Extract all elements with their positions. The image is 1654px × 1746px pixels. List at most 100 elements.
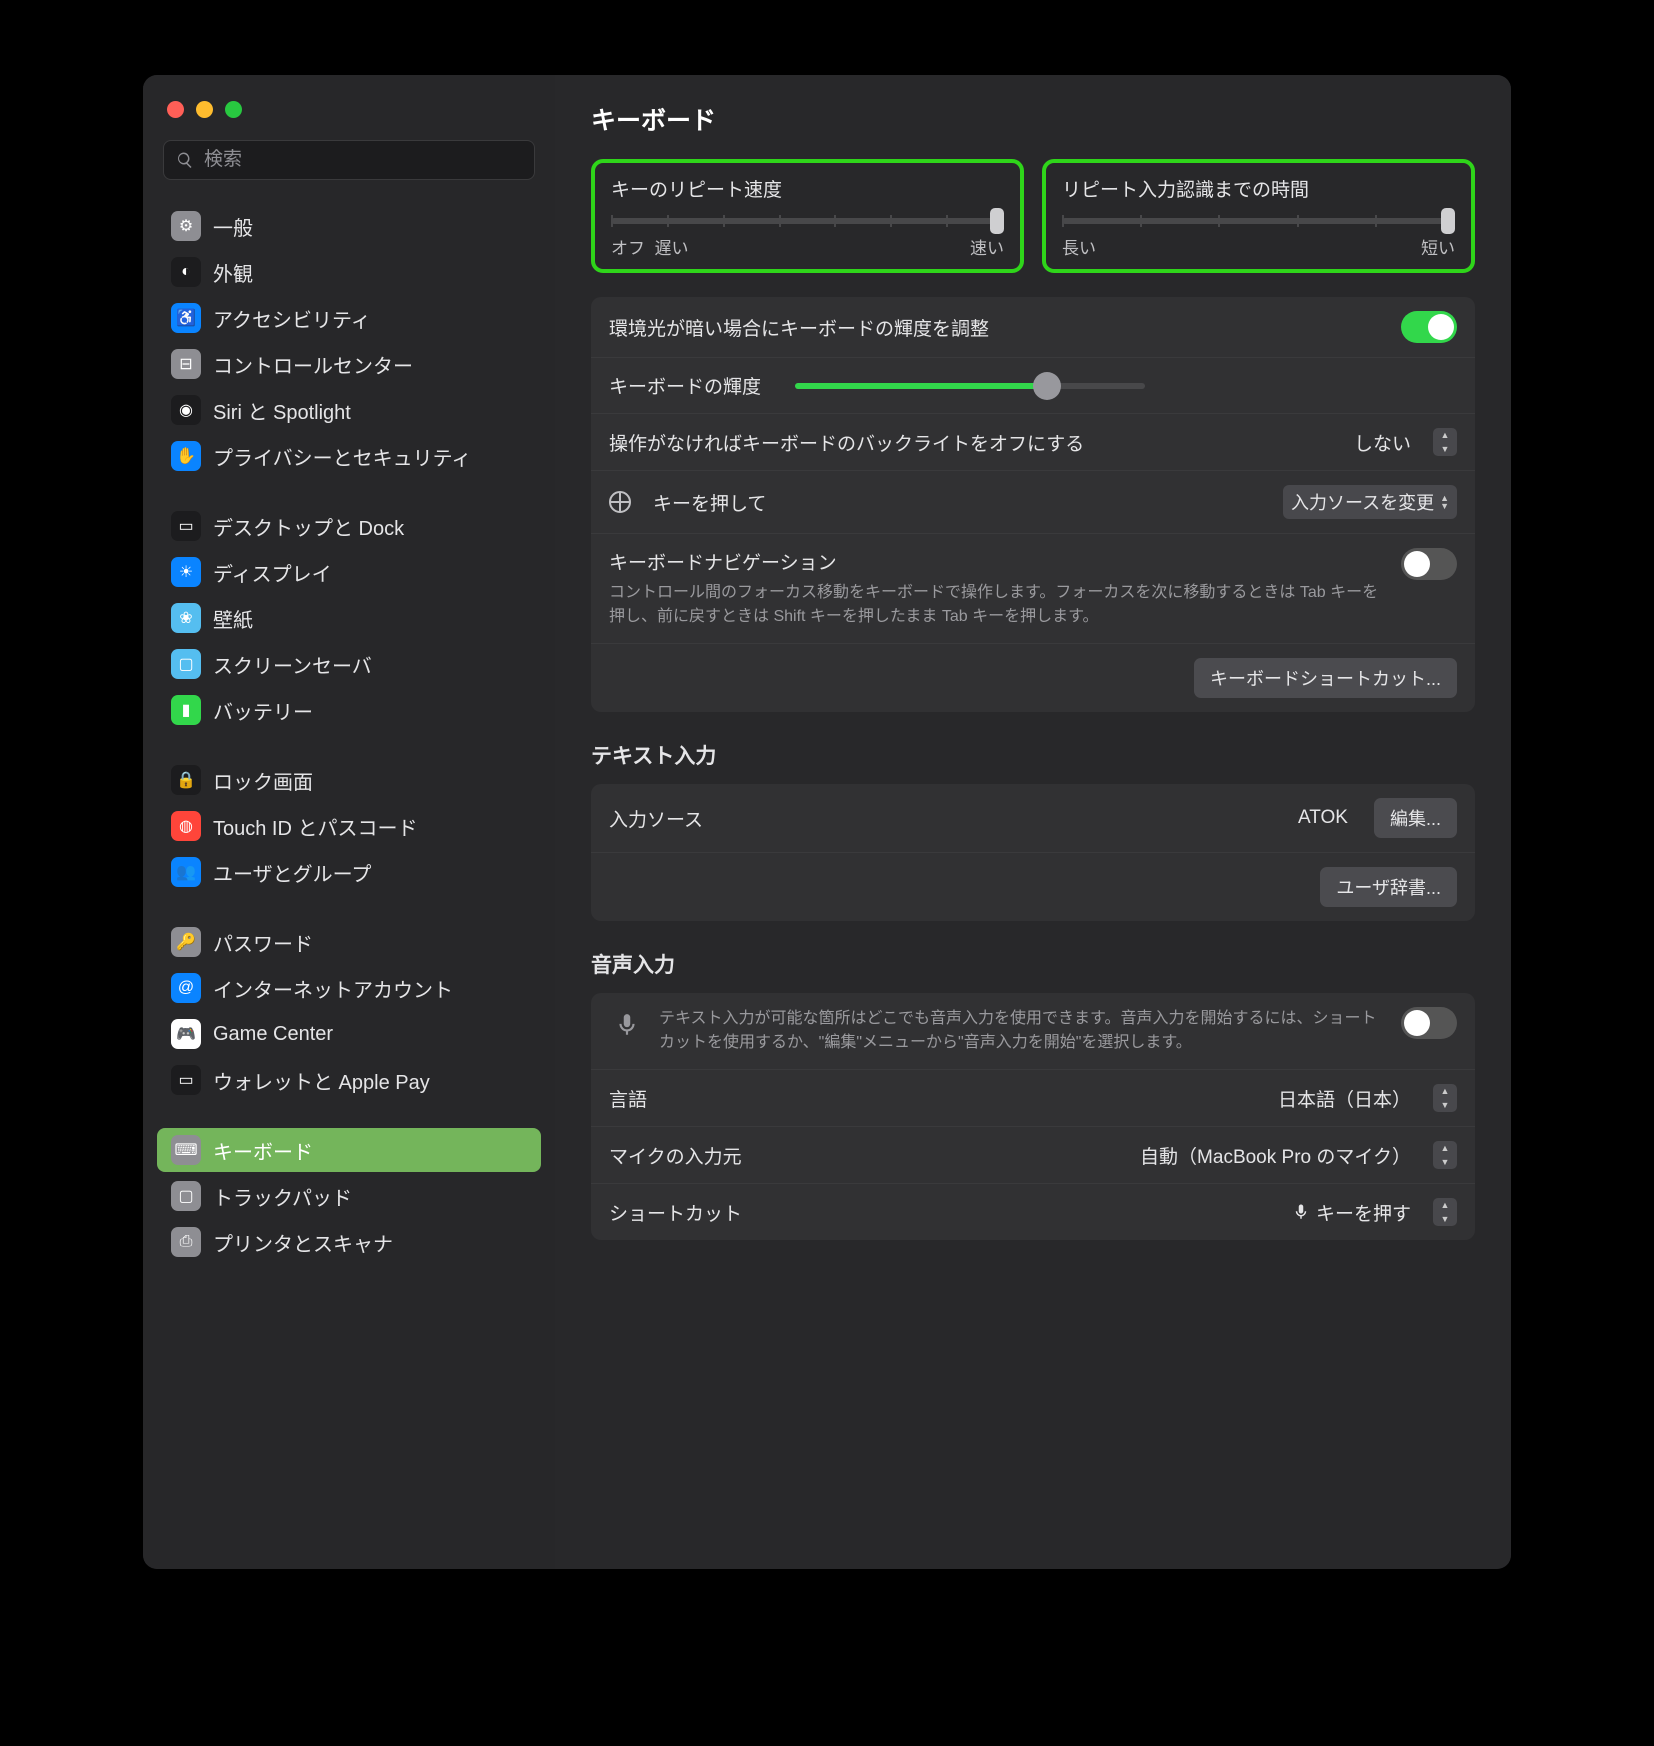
ambient-light-row: 環境光が暗い場合にキーボードの輝度を調整 — [591, 297, 1475, 358]
keyboard-shortcuts-button[interactable]: キーボードショートカット... — [1194, 658, 1457, 698]
sidebar-item[interactable]: 👥 ユーザとグループ — [157, 850, 541, 894]
sidebar-label: Siri と Spotlight — [213, 396, 351, 425]
sidebar-item[interactable]: ⊟ コントロールセンター — [157, 342, 541, 386]
sidebar-label: キーボード — [213, 1136, 313, 1165]
sidebar-item[interactable]: ⎙ プリンタとスキャナ — [157, 1220, 541, 1264]
sidebar-icon: ⎙ — [171, 1227, 201, 1257]
shortcuts-row: キーボードショートカット... — [591, 644, 1475, 712]
sidebar-item[interactable]: ▮ バッテリー — [157, 688, 541, 732]
sidebar-icon: ☀ — [171, 557, 201, 587]
sidebar-icon: ⊟ — [171, 349, 201, 379]
sidebar-nav: ⚙一般 ◐ 外観 ♿アクセシビリティ ⊟ コントロールセンター ◉ Siri と Spotli… — [157, 204, 541, 1547]
sidebar-icon: ❀ — [171, 603, 201, 633]
globe-icon — [609, 491, 631, 513]
mic-popup[interactable]: ▲▼ — [1433, 1141, 1457, 1169]
sidebar-item[interactable]: ◍ Touch ID とパスコード — [157, 804, 541, 848]
slider-label: リピート入力認識までの時間 — [1062, 175, 1455, 202]
sidebar-label: ウォレットと Apple Pay — [213, 1066, 430, 1095]
sidebar-icon: 👥 — [171, 857, 201, 887]
delay-slider[interactable] — [1062, 218, 1455, 224]
search-field[interactable] — [163, 140, 535, 180]
sidebar-item[interactable]: ♿アクセシビリティ — [157, 296, 541, 340]
sidebar-icon: ▮ — [171, 695, 201, 725]
sidebar-icon: ♿ — [171, 303, 201, 333]
sidebar-icon: 🎮 — [171, 1019, 201, 1049]
repeat-sliders: キーのリピート速度 オフ 遅い 速い リピート入力認識までの時間 長い — [591, 159, 1475, 273]
keyboard-nav-toggle[interactable] — [1401, 548, 1457, 580]
search-input[interactable] — [204, 149, 522, 171]
sidebar-icon: ⌨ — [171, 1135, 201, 1165]
text-input-heading: テキスト入力 — [591, 740, 1475, 770]
search-icon — [176, 151, 194, 169]
sidebar-item[interactable]: 🔑 パスワード — [157, 920, 541, 964]
minimize-button[interactable] — [196, 101, 213, 118]
page-title: キーボード — [591, 101, 1475, 137]
sidebar-icon: ◍ — [171, 811, 201, 841]
voice-input-toggle[interactable] — [1401, 1007, 1457, 1039]
brightness-slider[interactable] — [795, 383, 1145, 389]
main-content: キーボード キーのリピート速度 オフ 遅い 速い リピート入力認識までの時間 — [555, 75, 1511, 1569]
sidebar-item[interactable]: ▢スクリーンセーバ — [157, 642, 541, 686]
sidebar-icon: ▭ — [171, 1065, 201, 1095]
ambient-toggle[interactable] — [1401, 311, 1457, 343]
sidebar-label: トラックパッド — [213, 1182, 352, 1211]
sidebar-label: パスワード — [213, 928, 313, 957]
sidebar-label: ディスプレイ — [213, 558, 332, 587]
language-popup[interactable]: ▲▼ — [1433, 1084, 1457, 1112]
sidebar-label: インターネットアカウント — [213, 974, 453, 1003]
sidebar-label: Touch ID とパスコード — [213, 812, 417, 841]
sidebar-label: デスクトップと Dock — [213, 512, 404, 541]
sidebar: ⚙一般 ◐ 外観 ♿アクセシビリティ ⊟ コントロールセンター ◉ Siri と Spotli… — [143, 75, 555, 1569]
edit-input-source-button[interactable]: 編集... — [1374, 798, 1457, 838]
sidebar-label: プライバシーとセキュリティ — [213, 442, 471, 471]
globe-key-row: キーを押して 入力ソースを変更 ▲▼ — [591, 471, 1475, 534]
slider-label: キーのリピート速度 — [611, 175, 1004, 202]
sidebar-icon: ◉ — [171, 395, 201, 425]
sidebar-icon: 🔒 — [171, 765, 201, 795]
sidebar-icon: ◐ — [171, 257, 201, 287]
sidebar-item[interactable]: ◐ 外観 — [157, 250, 541, 294]
sidebar-label: Game Center — [213, 1023, 333, 1046]
backlight-stepper[interactable]: ▲▼ — [1433, 428, 1457, 456]
brightness-row: キーボードの輝度 — [591, 358, 1475, 414]
sidebar-item[interactable]: ❀ 壁紙 — [157, 596, 541, 640]
sidebar-item[interactable]: ⚙一般 — [157, 204, 541, 248]
sidebar-item[interactable]: ✋プライバシーとセキュリティ — [157, 434, 541, 478]
keyboard-nav-row: キーボードナビゲーション コントロール間のフォーカス移動をキーボードで操作します… — [591, 534, 1475, 644]
sidebar-label: コントロールセンター — [213, 350, 413, 379]
sidebar-label: 外観 — [213, 258, 253, 287]
sidebar-item[interactable]: ▢トラックパッド — [157, 1174, 541, 1218]
text-input-card: 入力ソース ATOK 編集... ユーザ辞書... — [591, 784, 1475, 921]
key-repeat-slider[interactable] — [611, 218, 1004, 224]
sidebar-label: 壁紙 — [213, 604, 253, 633]
sidebar-label: 一般 — [213, 212, 253, 241]
sidebar-item[interactable]: ☀ ディスプレイ — [157, 550, 541, 594]
user-dictionary-button[interactable]: ユーザ辞書... — [1320, 867, 1457, 907]
voice-input-card: テキスト入力が可能な箇所はどこでも音声入力を使用できます。音声入力を開始するには… — [591, 993, 1475, 1240]
sidebar-label: スクリーンセーバ — [213, 650, 372, 679]
key-repeat-speed-card: キーのリピート速度 オフ 遅い 速い — [591, 159, 1024, 273]
user-dict-row: ユーザ辞書... — [591, 853, 1475, 921]
sidebar-icon: 🔑 — [171, 927, 201, 957]
sidebar-label: プリンタとスキャナ — [213, 1228, 393, 1257]
shortcut-popup[interactable]: ▲▼ — [1433, 1198, 1457, 1226]
input-source-row: 入力ソース ATOK 編集... — [591, 784, 1475, 853]
microphone-icon — [1292, 1203, 1310, 1221]
mic-source-row: マイクの入力元 自動（MacBook Pro のマイク） ▲▼ — [591, 1127, 1475, 1184]
sidebar-item[interactable]: ◉ Siri と Spotlight — [157, 388, 541, 432]
sidebar-label: バッテリー — [213, 696, 313, 725]
sidebar-label: ユーザとグループ — [213, 858, 371, 887]
voice-language-row: 言語 日本語（日本） ▲▼ — [591, 1070, 1475, 1127]
close-button[interactable] — [167, 101, 184, 118]
zoom-button[interactable] — [225, 101, 242, 118]
sidebar-item[interactable]: ▭ ウォレットと Apple Pay — [157, 1058, 541, 1102]
sidebar-item[interactable]: @インターネットアカウント — [157, 966, 541, 1010]
sidebar-item[interactable]: ▭デスクトップと Dock — [157, 504, 541, 548]
globe-action-popup[interactable]: 入力ソースを変更 ▲▼ — [1283, 485, 1457, 519]
sidebar-item[interactable]: 🔒 ロック画面 — [157, 758, 541, 802]
sidebar-item[interactable]: 🎮 Game Center — [157, 1012, 541, 1056]
backlight-off-row: 操作がなければキーボードのバックライトをオフにする しない ▲▼ — [591, 414, 1475, 471]
sidebar-item[interactable]: ⌨ キーボード — [157, 1128, 541, 1172]
sidebar-label: ロック画面 — [213, 766, 313, 795]
voice-desc-row: テキスト入力が可能な箇所はどこでも音声入力を使用できます。音声入力を開始するには… — [591, 993, 1475, 1070]
